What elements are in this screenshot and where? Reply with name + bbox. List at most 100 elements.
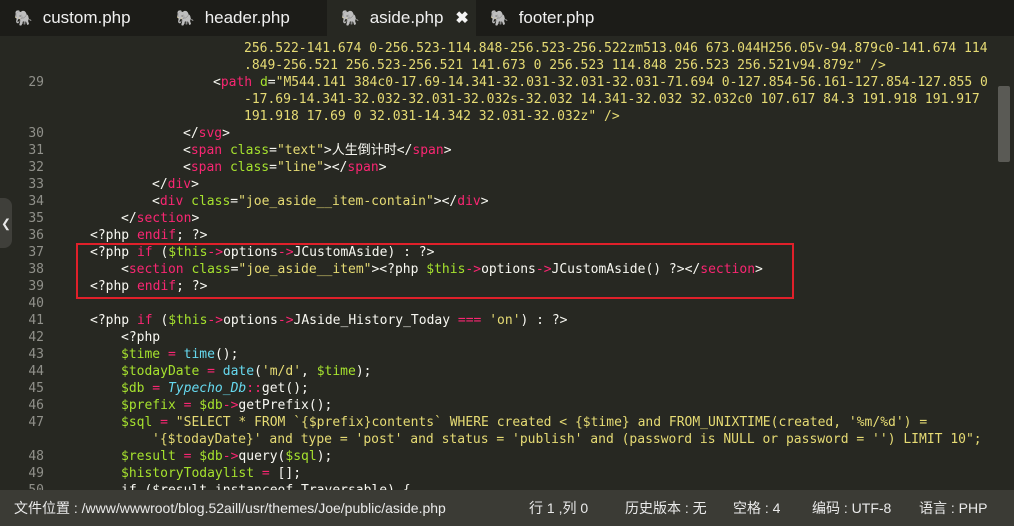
code-line: <?php if ($this->options->JCustomAside) … [90, 244, 434, 261]
tab-header-php[interactable]: 🐘 header.php [162, 0, 327, 36]
status-language[interactable]: 语言 : PHP [919, 490, 987, 526]
code-token: = [267, 75, 276, 90]
code-token: ( [152, 313, 169, 328]
code-token: > [480, 194, 489, 209]
status-indent[interactable]: 空格 : 4 [733, 490, 780, 526]
code-token: $sql [285, 449, 317, 464]
code-token: -> [535, 262, 552, 277]
code-line: <section class="joe_aside__item"><?php $… [121, 261, 763, 278]
code-token: if [129, 313, 153, 328]
code-token: if [129, 245, 153, 260]
code-token: > [191, 177, 199, 192]
code-token: $db [121, 381, 145, 396]
line-number: 48 [28, 449, 44, 464]
code-token: $this [168, 313, 208, 328]
code-token: < [121, 262, 129, 277]
code-token: $time [121, 347, 161, 362]
code-line: $historyTodaylist = []; [121, 465, 301, 482]
code-line: 256.522-141.674 0-256.523-114.848-256.52… [244, 41, 988, 56]
tab-footer-php[interactable]: 🐘 footer.php [476, 0, 636, 36]
code-token: ( [254, 364, 262, 379]
code-token: > [191, 211, 200, 226]
code-token: JCustomAside) : ?> [293, 245, 435, 260]
code-token: -> [277, 245, 294, 260]
code-token: > [222, 126, 230, 141]
code-token: .849-256.521 256.523-256.521 141.673 0 2… [244, 58, 886, 73]
code-line: </section> [121, 210, 199, 227]
code-line: .849-256.521 256.523-256.521 141.673 0 2… [244, 57, 886, 74]
status-encoding[interactable]: 编码 : UTF-8 [812, 490, 891, 526]
line-number: 46 [28, 398, 44, 413]
code-line: <?php if ($this->options->JAside_History… [90, 312, 568, 329]
line-number: 47 [28, 415, 44, 430]
chevron-left-icon[interactable]: ❮ [0, 198, 12, 248]
code-token: d [252, 75, 268, 90]
close-tab-icon[interactable]: ✖ [455, 8, 468, 28]
code-line: <span class="text">人生倒计时</span> [183, 142, 452, 159]
code-token: div [167, 177, 192, 192]
line-number: 32 [28, 160, 44, 175]
code-token: -> [207, 313, 224, 328]
line-number: 39 [28, 279, 44, 294]
code-line: </svg> [183, 125, 230, 142]
tab-aside-php[interactable]: 🐘 aside.php ✖ [327, 0, 476, 36]
code-token: -> [465, 262, 482, 277]
elephant-icon: 🐘 [14, 10, 33, 27]
code-token: "joe_aside__item-contain" [238, 194, 434, 209]
code-line: $sql = "SELECT * FROM `{$prefix}contents… [121, 414, 927, 431]
line-number: 33 [28, 177, 44, 192]
line-number: 44 [28, 364, 44, 379]
code-token: ><?php [371, 262, 427, 277]
code-token: ; ?> [176, 279, 208, 294]
tab-label: footer.php [518, 8, 595, 27]
code-line: $result = $db->query($sql); [121, 448, 332, 465]
code-token: options [481, 262, 536, 277]
status-history[interactable]: 历史版本 : 无 [625, 490, 707, 526]
code-token: section [128, 262, 184, 277]
code-token: "M544.141 384c0-17.69-14.341-32.031-32.0… [275, 75, 988, 90]
code-editor[interactable]: 256.522-141.674 0-256.523-114.848-256.52… [58, 36, 998, 490]
code-token: ); [355, 364, 372, 379]
code-token: 'm/d' [261, 364, 302, 379]
code-token: "line" [276, 160, 324, 175]
elephant-icon: 🐘 [176, 10, 195, 27]
status-cursor-position[interactable]: 行 1 ,列 0 [529, 490, 588, 526]
code-token: path [220, 75, 253, 90]
code-token: > [755, 262, 763, 277]
code-token: query( [238, 449, 286, 464]
code-token: $todayDate [121, 364, 200, 379]
code-token: $historyTodaylist [121, 466, 255, 481]
code-token: span [190, 160, 223, 175]
tab-label: custom.php [42, 8, 131, 27]
line-number: 45 [28, 381, 44, 396]
scrollbar-thumb[interactable] [998, 86, 1010, 162]
elephant-icon: 🐘 [490, 10, 509, 27]
code-token: $time [316, 364, 356, 379]
code-token: </ [152, 177, 168, 192]
line-number: 40 [28, 296, 44, 311]
line-number-gutter: 29 30 31 32 33 34 35 36 37 38 39 40 41 4… [0, 36, 58, 498]
code-line: $db = Typecho_Db::get(); [121, 380, 309, 397]
code-line: <?php endif; ?> [90, 278, 207, 295]
tab-bar: 🐘 custom.php 🐘 header.php 🐘 aside.php ✖ … [0, 0, 1014, 36]
tab-custom-php[interactable]: 🐘 custom.php [0, 0, 162, 36]
code-token: options [223, 313, 278, 328]
code-token: === [457, 313, 482, 328]
code-token: ) : ?> [520, 313, 568, 328]
code-token: div [159, 194, 184, 209]
code-token: span [347, 160, 379, 175]
code-token: <?php [90, 279, 130, 294]
code-token: = [175, 449, 200, 464]
code-token: -> [222, 398, 239, 413]
line-number: 30 [28, 126, 44, 141]
code-token: $result [121, 449, 176, 464]
code-token: = [230, 194, 239, 209]
code-token: <?php [90, 245, 130, 260]
code-token: "SELECT * FROM `{$prefix}contents` WHERE… [175, 415, 928, 430]
code-token: $prefix [121, 398, 176, 413]
code-line: $time = time(); [121, 346, 238, 363]
vertical-scrollbar[interactable] [998, 36, 1014, 490]
code-token: < [183, 143, 191, 158]
line-number: 37 [28, 245, 44, 260]
code-token: <?php [90, 228, 130, 243]
